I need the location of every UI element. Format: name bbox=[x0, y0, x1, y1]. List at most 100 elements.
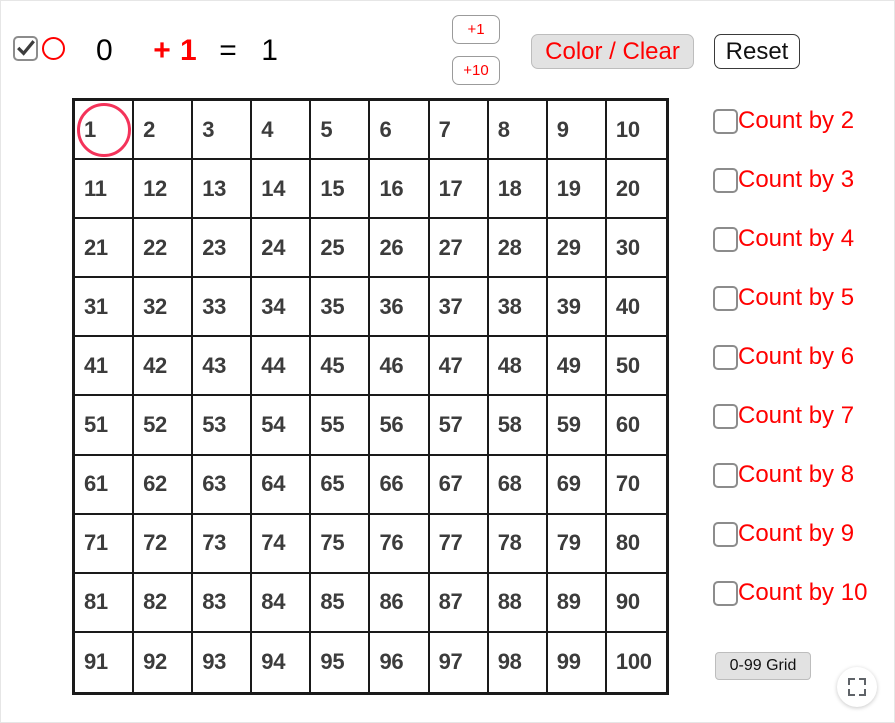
color-clear-button[interactable]: Color / Clear bbox=[531, 34, 694, 69]
grid-cell-36[interactable]: 36 bbox=[370, 278, 430, 338]
grid-cell-14[interactable]: 14 bbox=[252, 160, 312, 220]
grid-cell-20[interactable]: 20 bbox=[606, 160, 666, 220]
grid-cell-9[interactable]: 9 bbox=[547, 101, 607, 161]
grid-cell-79[interactable]: 79 bbox=[547, 514, 607, 574]
grid-cell-7[interactable]: 7 bbox=[429, 101, 489, 161]
grid-cell-17[interactable]: 17 bbox=[429, 160, 489, 220]
grid-cell-32[interactable]: 32 bbox=[134, 278, 194, 338]
count-by-checkbox-9[interactable] bbox=[713, 522, 738, 547]
grid-cell-75[interactable]: 75 bbox=[311, 514, 371, 574]
grid-cell-44[interactable]: 44 bbox=[252, 337, 312, 397]
grid-cell-100[interactable]: 100 bbox=[606, 632, 666, 692]
grid-cell-31[interactable]: 31 bbox=[75, 278, 135, 338]
step-plus-1-button[interactable]: +1 bbox=[452, 15, 500, 44]
grid-cell-88[interactable]: 88 bbox=[488, 573, 548, 633]
grid-cell-87[interactable]: 87 bbox=[429, 573, 489, 633]
grid-cell-48[interactable]: 48 bbox=[488, 337, 548, 397]
grid-cell-38[interactable]: 38 bbox=[488, 278, 548, 338]
grid-cell-54[interactable]: 54 bbox=[252, 396, 312, 456]
grid-cell-95[interactable]: 95 bbox=[311, 632, 371, 692]
grid-cell-74[interactable]: 74 bbox=[252, 514, 312, 574]
grid-cell-10[interactable]: 10 bbox=[606, 101, 666, 161]
grid-cell-80[interactable]: 80 bbox=[606, 514, 666, 574]
grid-cell-59[interactable]: 59 bbox=[547, 396, 607, 456]
grid-cell-41[interactable]: 41 bbox=[75, 337, 135, 397]
count-by-checkbox-3[interactable] bbox=[713, 168, 738, 193]
grid-cell-65[interactable]: 65 bbox=[311, 455, 371, 515]
grid-cell-61[interactable]: 61 bbox=[75, 455, 135, 515]
grid-cell-96[interactable]: 96 bbox=[370, 632, 430, 692]
grid-cell-45[interactable]: 45 bbox=[311, 337, 371, 397]
grid-cell-8[interactable]: 8 bbox=[488, 101, 548, 161]
grid-cell-71[interactable]: 71 bbox=[75, 514, 135, 574]
count-by-row-6[interactable]: Count by 6 bbox=[713, 343, 888, 402]
grid-cell-15[interactable]: 15 bbox=[311, 160, 371, 220]
grid-cell-64[interactable]: 64 bbox=[252, 455, 312, 515]
count-by-checkbox-2[interactable] bbox=[713, 109, 738, 134]
grid-cell-43[interactable]: 43 bbox=[193, 337, 253, 397]
grid-cell-12[interactable]: 12 bbox=[134, 160, 194, 220]
grid-cell-18[interactable]: 18 bbox=[488, 160, 548, 220]
grid-cell-6[interactable]: 6 bbox=[370, 101, 430, 161]
grid-cell-57[interactable]: 57 bbox=[429, 396, 489, 456]
grid-cell-94[interactable]: 94 bbox=[252, 632, 312, 692]
grid-cell-51[interactable]: 51 bbox=[75, 396, 135, 456]
grid-cell-3[interactable]: 3 bbox=[193, 101, 253, 161]
grid-cell-55[interactable]: 55 bbox=[311, 396, 371, 456]
grid-cell-63[interactable]: 63 bbox=[193, 455, 253, 515]
grid-cell-67[interactable]: 67 bbox=[429, 455, 489, 515]
mode-checkbox[interactable] bbox=[13, 36, 38, 61]
grid-cell-91[interactable]: 91 bbox=[75, 632, 135, 692]
count-by-checkbox-5[interactable] bbox=[713, 286, 738, 311]
count-by-row-5[interactable]: Count by 5 bbox=[713, 284, 888, 343]
grid-cell-21[interactable]: 21 bbox=[75, 219, 135, 279]
count-by-row-4[interactable]: Count by 4 bbox=[713, 225, 888, 284]
grid-cell-1[interactable]: 1 bbox=[75, 101, 135, 161]
grid-cell-98[interactable]: 98 bbox=[488, 632, 548, 692]
count-by-checkbox-10[interactable] bbox=[713, 581, 738, 606]
grid-cell-2[interactable]: 2 bbox=[134, 101, 194, 161]
grid-cell-19[interactable]: 19 bbox=[547, 160, 607, 220]
grid-cell-34[interactable]: 34 bbox=[252, 278, 312, 338]
grid-cell-46[interactable]: 46 bbox=[370, 337, 430, 397]
grid-cell-35[interactable]: 35 bbox=[311, 278, 371, 338]
grid-cell-81[interactable]: 81 bbox=[75, 573, 135, 633]
grid-cell-4[interactable]: 4 bbox=[252, 101, 312, 161]
count-by-row-2[interactable]: Count by 2 bbox=[713, 107, 888, 166]
grid-cell-62[interactable]: 62 bbox=[134, 455, 194, 515]
grid-cell-78[interactable]: 78 bbox=[488, 514, 548, 574]
grid-cell-86[interactable]: 86 bbox=[370, 573, 430, 633]
count-by-checkbox-7[interactable] bbox=[713, 404, 738, 429]
grid-cell-60[interactable]: 60 bbox=[606, 396, 666, 456]
count-by-row-10[interactable]: Count by 10 bbox=[713, 579, 888, 638]
grid-cell-47[interactable]: 47 bbox=[429, 337, 489, 397]
count-by-checkbox-4[interactable] bbox=[713, 227, 738, 252]
grid-cell-58[interactable]: 58 bbox=[488, 396, 548, 456]
grid-cell-5[interactable]: 5 bbox=[311, 101, 371, 161]
grid-cell-24[interactable]: 24 bbox=[252, 219, 312, 279]
grid-cell-82[interactable]: 82 bbox=[134, 573, 194, 633]
grid-cell-27[interactable]: 27 bbox=[429, 219, 489, 279]
grid-cell-92[interactable]: 92 bbox=[134, 632, 194, 692]
mode-circle-toggle[interactable] bbox=[42, 37, 65, 60]
step-plus-10-button[interactable]: +10 bbox=[452, 56, 500, 85]
grid-cell-99[interactable]: 99 bbox=[547, 632, 607, 692]
grid-cell-73[interactable]: 73 bbox=[193, 514, 253, 574]
grid-cell-40[interactable]: 40 bbox=[606, 278, 666, 338]
grid-cell-68[interactable]: 68 bbox=[488, 455, 548, 515]
grid-cell-77[interactable]: 77 bbox=[429, 514, 489, 574]
grid-cell-83[interactable]: 83 bbox=[193, 573, 253, 633]
grid-cell-30[interactable]: 30 bbox=[606, 219, 666, 279]
grid-cell-97[interactable]: 97 bbox=[429, 632, 489, 692]
grid-range-toggle-button[interactable]: 0-99 Grid bbox=[715, 652, 811, 680]
grid-cell-56[interactable]: 56 bbox=[370, 396, 430, 456]
grid-cell-23[interactable]: 23 bbox=[193, 219, 253, 279]
grid-cell-39[interactable]: 39 bbox=[547, 278, 607, 338]
grid-cell-25[interactable]: 25 bbox=[311, 219, 371, 279]
grid-cell-49[interactable]: 49 bbox=[547, 337, 607, 397]
grid-cell-28[interactable]: 28 bbox=[488, 219, 548, 279]
grid-cell-70[interactable]: 70 bbox=[606, 455, 666, 515]
grid-cell-37[interactable]: 37 bbox=[429, 278, 489, 338]
grid-cell-85[interactable]: 85 bbox=[311, 573, 371, 633]
count-by-row-9[interactable]: Count by 9 bbox=[713, 520, 888, 579]
